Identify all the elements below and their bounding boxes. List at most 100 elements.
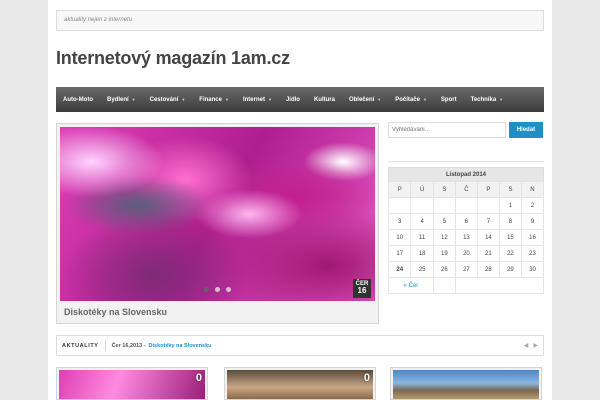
nav-item[interactable]: Kultura <box>307 87 342 112</box>
calendar-weekday: S <box>432 181 456 198</box>
slider-dots <box>204 287 231 292</box>
nav-item[interactable]: Technika ▼ <box>464 87 511 112</box>
calendar-day: 10 <box>387 229 412 246</box>
search-button[interactable]: Hledat <box>509 122 543 138</box>
news-ticker-arrows: ◀ ▶ <box>524 342 538 349</box>
calendar-day: 21 <box>476 245 500 262</box>
calendar-day: 11 <box>410 229 434 246</box>
calendar-day: 12 <box>432 229 456 246</box>
slider-dot[interactable] <box>215 287 220 292</box>
date-badge: ČER 16 <box>353 279 371 298</box>
date-badge-day: 16 <box>357 286 367 295</box>
nav-item[interactable]: Cestování ▼ <box>143 87 193 112</box>
calendar-day: 18 <box>410 245 434 262</box>
calendar-day <box>410 197 434 214</box>
calendar-day: 6 <box>454 213 478 230</box>
calendar-day: 29 <box>498 261 522 278</box>
thumbnail-post[interactable]: 0 <box>56 367 208 400</box>
featured-slider[interactable]: ČER 16 Diskotéky na Slovensku <box>56 123 379 324</box>
calendar-weekday: Č <box>454 181 478 198</box>
nav-item-label: Cestování <box>149 96 179 103</box>
thumbnail-post[interactable] <box>390 367 542 400</box>
calendar-day: 27 <box>454 261 478 278</box>
search-input[interactable] <box>388 122 506 138</box>
calendar-day: 26 <box>432 261 456 278</box>
caret-down-icon: ▼ <box>422 97 427 102</box>
calendar-day: 14 <box>476 229 500 246</box>
caret-down-icon: ▼ <box>267 97 272 102</box>
calendar-day: 2 <box>520 197 545 214</box>
news-ticker-link[interactable]: Diskotéky na Slovensku <box>149 343 212 349</box>
nav-item[interactable]: Oblečení ▼ <box>342 87 388 112</box>
comment-count: 0 <box>363 372 370 384</box>
calendar-widget: Listopad 2014 PÚSČPSN 1 2 3 4 5 6 7 8 9 10 11 12 13 1… <box>387 167 545 294</box>
calendar-day: 25 <box>410 261 434 278</box>
calendar-day: 3 <box>387 213 412 230</box>
calendar-day: 22 <box>498 245 522 262</box>
calendar-weekday: N <box>520 181 545 198</box>
main-nav: Auto-Moto Bydlení ▼ Cestování ▼ Finance ▼ Inter… <box>56 87 544 112</box>
calendar-weekday: P <box>387 181 412 198</box>
comment-count: 0 <box>195 372 202 384</box>
site-title[interactable]: Internetový magazín 1am.cz <box>56 48 290 69</box>
thumbnail-image[interactable] <box>227 370 373 399</box>
news-ticker-date: Čer 16,2013 - <box>111 342 146 349</box>
calendar-day: 5 <box>432 213 456 230</box>
calendar-day: 7 <box>476 213 500 230</box>
caret-down-icon: ▼ <box>224 97 229 102</box>
nav-item-label: Finance <box>199 96 222 103</box>
calendar-day: 9 <box>520 213 545 230</box>
chevron-left-icon[interactable]: ◀ <box>524 342 529 349</box>
calendar-day <box>476 197 500 214</box>
nav-item-label: Počítače <box>395 96 420 103</box>
nav-item-label: Technika <box>470 96 497 103</box>
calendar-week: 3456789 <box>387 213 545 230</box>
calendar-weekday: Ú <box>410 181 434 198</box>
calendar-next-link <box>454 277 545 294</box>
news-ticker-label: AKTUALITY <box>62 339 106 352</box>
slider-dot[interactable] <box>226 287 231 292</box>
thumbnail-image[interactable] <box>59 370 205 399</box>
slide-image[interactable]: ČER 16 <box>60 127 375 301</box>
nav-item[interactable]: Sport <box>434 87 464 112</box>
caret-down-icon: ▼ <box>499 97 504 102</box>
nav-item[interactable]: Internet ▼ <box>236 87 279 112</box>
calendar-weekday: P <box>476 181 500 198</box>
chevron-right-icon[interactable]: ▶ <box>533 342 538 349</box>
nav-item-label: Kultura <box>313 96 335 103</box>
calendar-day: 28 <box>476 261 500 278</box>
nav-item[interactable]: Bydlení ▼ <box>100 87 143 112</box>
nav-item[interactable]: Jídlo <box>279 87 307 112</box>
page-container: aktuality nejen z internetu Internetový … <box>48 0 552 400</box>
calendar-nav-row: « Čer <box>388 277 545 294</box>
calendar-body: 1 2 3 4 5 6 7 8 9 10 11 12 13 14 15 16 17 18 19 20 21 22 23 24 2… <box>387 197 545 294</box>
calendar-weekdays: PÚSČPSN <box>387 181 545 198</box>
calendar-prev-link[interactable]: « Čer <box>388 277 434 294</box>
nav-item[interactable]: Finance ▼ <box>192 87 236 112</box>
slider-dot[interactable] <box>204 287 209 292</box>
nav-item[interactable]: Auto-Moto <box>56 87 100 112</box>
calendar-day: 30 <box>520 261 545 278</box>
caret-down-icon: ▼ <box>131 97 136 102</box>
nav-item-label: Bydlení <box>107 96 129 103</box>
calendar-day <box>432 197 456 214</box>
thumbnail-image[interactable] <box>393 370 539 399</box>
calendar-day: 8 <box>498 213 522 230</box>
thumbnail-post[interactable]: 0 <box>224 367 376 400</box>
calendar-week: 12 <box>387 197 545 214</box>
calendar-day: 24 <box>387 261 412 278</box>
nav-item[interactable]: Počítače ▼ <box>388 87 434 112</box>
calendar-day: 4 <box>410 213 434 230</box>
site-tagline: aktuality nejen z internetu <box>56 10 544 31</box>
calendar-day: 1 <box>498 197 522 214</box>
caret-down-icon: ▼ <box>377 97 382 102</box>
nav-item-label: Oblečení <box>348 96 375 103</box>
calendar-week: 24 25 26 27 28 29 30 <box>387 261 545 278</box>
calendar-weekday: S <box>498 181 522 198</box>
calendar-day: 13 <box>454 229 478 246</box>
nav-item-label: Auto-Moto <box>63 96 93 103</box>
sidebar-divider <box>388 161 544 162</box>
calendar-week: 10 11 12 13 14 15 16 <box>387 229 545 246</box>
slide-caption[interactable]: Diskotéky na Slovensku <box>64 307 167 317</box>
calendar-day: 16 <box>520 229 545 246</box>
